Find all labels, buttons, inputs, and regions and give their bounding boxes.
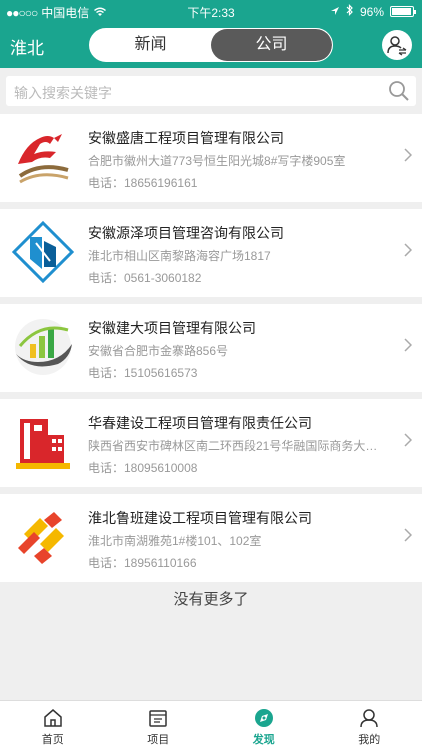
tab-project[interactable]: 项目 (106, 701, 212, 750)
company-name: 淮北鲁班建设工程项目管理有限公司 (88, 510, 312, 526)
segmented-control: 新闻 公司 (89, 28, 333, 62)
search-bar[interactable]: 输入搜索关键字 (6, 76, 416, 106)
company-logo-huachun (10, 409, 76, 475)
tab-label: 项目 (147, 734, 170, 746)
chevron-right-icon (404, 243, 413, 262)
company-address: 陕西省西安市碑林区南二环西段21号华融国际商务大厦B座 (88, 439, 388, 453)
company-logo-jianda (10, 314, 76, 380)
city-selector[interactable]: 淮北 (10, 34, 44, 59)
tab-discover[interactable]: 发现 (211, 701, 317, 750)
company-card[interactable]: 安徽源泽项目管理咨询有限公司 淮北市相山区南黎路海容广场1817 电话：0561… (0, 209, 422, 297)
company-address: 合肥市徽州大道773号恒生阳光城8#写字楼905室 (88, 154, 346, 168)
company-name: 安徽源泽项目管理咨询有限公司 (88, 225, 284, 241)
tab-company[interactable]: 公司 (211, 29, 332, 61)
company-logo-shengtang (10, 124, 76, 190)
company-logo-yuanze (10, 219, 76, 285)
company-phone: 电话：18095610008 (88, 461, 198, 475)
company-phone: 电话：15105616573 (88, 366, 198, 380)
bluetooth-icon (346, 4, 354, 19)
company-card[interactable]: 淮北鲁班建设工程项目管理有限公司 淮北市南湖雅苑1#楼101、102室 电话：1… (0, 494, 422, 582)
company-address: 淮北市南湖雅苑1#楼101、102室 (88, 534, 262, 548)
battery-percent: 96% (359, 4, 384, 19)
user-switch-icon (387, 36, 407, 56)
company-phone: 电话：0561-3060182 (88, 271, 202, 285)
company-address: 淮北市相山区南黎路海容广场1817 (88, 249, 271, 263)
company-phone: 电话：18956110166 (88, 556, 197, 570)
chevron-right-icon (404, 433, 413, 452)
tab-label: 我的 (358, 734, 381, 746)
profile-icon (360, 709, 378, 728)
company-name: 安徽盛唐工程项目管理有限公司 (88, 130, 284, 146)
user-switch-button[interactable] (382, 30, 412, 60)
tab-label: 首页 (41, 734, 64, 746)
chevron-right-icon (404, 528, 413, 547)
company-name: 华春建设工程项目管理有限责任公司 (88, 415, 312, 431)
chevron-right-icon (404, 148, 413, 167)
tab-label: 发现 (252, 734, 275, 746)
tab-profile[interactable]: 我的 (317, 701, 422, 750)
company-card[interactable]: 安徽盛唐工程项目管理有限公司 合肥市徽州大道773号恒生阳光城8#写字楼905室… (0, 114, 422, 202)
company-address: 安徽省合肥市金寨路856号 (88, 344, 229, 358)
company-name: 安徽建大项目管理有限公司 (88, 320, 256, 336)
tab-home[interactable]: 首页 (0, 701, 106, 750)
search-icon[interactable] (388, 80, 410, 107)
battery-icon (390, 6, 416, 17)
status-bar: ●●○○○ 中国电信 下午2:33 96% (0, 0, 422, 22)
tab-news[interactable]: 新闻 (90, 29, 211, 61)
list-end-text: 没有更多了 (173, 591, 249, 608)
location-icon (330, 5, 340, 19)
company-list: 安徽盛唐工程项目管理有限公司 合肥市徽州大道773号恒生阳光城8#写字楼905室… (0, 114, 422, 589)
project-icon (149, 710, 167, 727)
discover-icon (254, 709, 273, 727)
nav-bar: 淮北 新闻 公司 (0, 22, 422, 68)
home-icon (44, 709, 62, 727)
bottom-tab-bar: 首页 项目 发现 我的 (0, 700, 422, 750)
company-phone: 电话：18656196161 (88, 176, 198, 190)
company-card[interactable]: 华春建设工程项目管理有限责任公司 陕西省西安市碑林区南二环西段21号华融国际商务… (0, 399, 422, 487)
chevron-right-icon (404, 338, 413, 357)
search-input[interactable]: 输入搜索关键字 (14, 83, 112, 103)
company-card[interactable]: 安徽建大项目管理有限公司 安徽省合肥市金寨路856号 电话：1510561657… (0, 304, 422, 392)
company-logo-luban (10, 504, 76, 570)
